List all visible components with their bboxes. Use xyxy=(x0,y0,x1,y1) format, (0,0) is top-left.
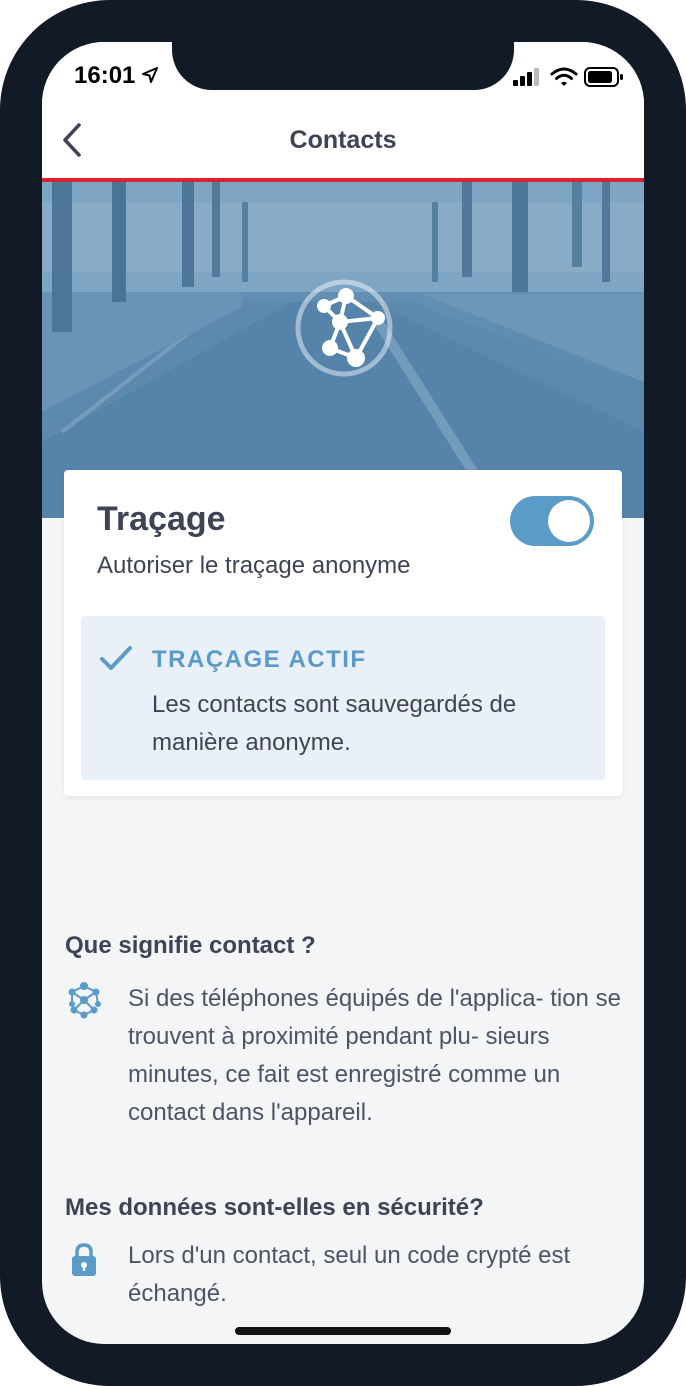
tracing-status-box: TRAÇAGE ACTIF Les contacts sont sauvegar… xyxy=(81,616,605,780)
faq-title-contact: Que signifie contact ? xyxy=(65,932,316,959)
navigation-bar: Contacts xyxy=(42,102,644,182)
hero-image xyxy=(42,182,644,518)
toggle-knob xyxy=(548,500,590,542)
faq-text-contact: Si des téléphones équipés de l'applica- … xyxy=(128,985,621,1126)
network-nodes-icon xyxy=(68,982,101,1019)
device-frame: 16:01 Contacts Traçage Autoriser le traç… xyxy=(0,0,686,1386)
wifi-icon xyxy=(550,67,578,86)
status-description: Les contacts sont sauvegardés de manière… xyxy=(152,691,517,756)
network-nodes-icon xyxy=(295,279,393,377)
location-arrow-icon xyxy=(142,67,158,83)
page-title: Contacts xyxy=(289,126,397,154)
home-indicator[interactable] xyxy=(235,1327,451,1335)
status-time: 16:01 xyxy=(74,62,136,89)
screen: 16:01 Contacts Traçage Autoriser le traç… xyxy=(42,42,644,1344)
signal-icon xyxy=(513,68,539,86)
device-notch xyxy=(172,42,514,90)
faq-title-security: Mes données sont-elles en sécurité? xyxy=(65,1194,484,1221)
faq-text-security: Lors d'un contact, seul un code crypté e… xyxy=(128,1242,571,1307)
battery-icon xyxy=(584,67,623,87)
lock-icon xyxy=(72,1243,96,1276)
tracing-card: Traçage Autoriser le traçage anonyme TRA… xyxy=(64,470,622,796)
checkmark-icon xyxy=(100,646,132,670)
tracing-toggle[interactable] xyxy=(510,496,594,546)
tracing-title: Traçage xyxy=(97,500,226,538)
status-title: TRAÇAGE ACTIF xyxy=(152,646,367,673)
tracing-subtitle: Autoriser le traçage anonyme xyxy=(97,552,411,579)
